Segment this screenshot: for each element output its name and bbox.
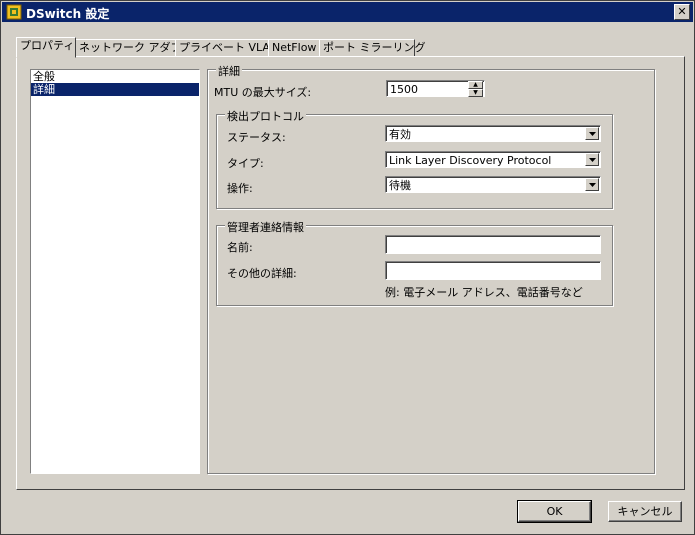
chevron-down-icon[interactable] [585, 178, 599, 191]
status-dropdown[interactable]: 有効 [385, 125, 601, 142]
mtu-value: 1500 [390, 83, 418, 96]
tab-label: ポート ミラーリング [323, 41, 426, 54]
ok-button[interactable]: OK [517, 500, 592, 523]
section-title: 詳細 [216, 63, 242, 79]
tab-label: NetFlow [272, 41, 317, 54]
tab-properties[interactable]: プロパティ [16, 37, 76, 58]
type-dropdown[interactable]: Link Layer Discovery Protocol [385, 151, 601, 168]
type-label: タイプ: [227, 157, 264, 170]
contact-hint: 例: 電子メール アドレス、電話番号など [385, 286, 583, 299]
other-details-field[interactable] [385, 261, 601, 280]
tab-port-mirroring[interactable]: ポート ミラーリング [319, 39, 426, 57]
operation-value: 待機 [389, 179, 411, 192]
name-label: 名前: [227, 241, 253, 254]
type-value: Link Layer Discovery Protocol [389, 154, 552, 167]
advanced-section: 詳細 MTU の最大サイズ: 1500 ▲ ▼ 検出プロトコル ステータス: 有… [207, 63, 655, 474]
settings-category-list[interactable]: 全般 詳細 [30, 69, 200, 474]
window-title: DSwitch 設定 [26, 7, 110, 21]
tab-label: プライベート VLAN [179, 41, 279, 54]
admin-contact-group: 管理者連絡情報 名前: その他の詳細: 例: 電子メール アドレス、電話番号など [216, 219, 613, 306]
title-bar[interactable]: DSwitch 設定 ✕ [2, 2, 693, 22]
list-item-advanced[interactable]: 詳細 [31, 83, 199, 96]
tab-private-vlan[interactable]: プライベート VLAN [175, 39, 278, 57]
spin-down-icon[interactable]: ▼ [468, 89, 483, 97]
other-details-label: その他の詳細: [227, 267, 297, 280]
close-icon: ✕ [677, 5, 687, 18]
properties-panel: 全般 詳細 詳細 MTU の最大サイズ: 1500 ▲ ▼ 検出プロトコル ステ… [16, 56, 685, 490]
discovery-protocol-legend: 検出プロトコル [225, 108, 306, 124]
tab-netflow[interactable]: NetFlow [268, 39, 320, 57]
chevron-down-icon[interactable] [585, 127, 599, 140]
mtu-stepper[interactable]: 1500 ▲ ▼ [386, 80, 485, 97]
close-button[interactable]: ✕ [674, 4, 690, 20]
dswitch-settings-window: DSwitch 設定 ✕ プロパティ ネットワーク アダプタ プライベート VL… [0, 0, 695, 535]
status-value: 有効 [389, 128, 411, 141]
mtu-label: MTU の最大サイズ: [214, 86, 312, 99]
status-label: ステータス: [227, 131, 286, 144]
mtu-spin-buttons: ▲ ▼ [468, 81, 483, 98]
discovery-protocol-group: 検出プロトコル ステータス: 有効 タイプ: Link Layer Discov… [216, 108, 613, 209]
cancel-button[interactable]: キャンセル [608, 501, 682, 522]
list-item-general[interactable]: 全般 [31, 70, 199, 83]
name-field[interactable] [385, 235, 601, 254]
spin-up-icon[interactable]: ▲ [468, 81, 483, 89]
operation-dropdown[interactable]: 待機 [385, 176, 601, 193]
vswitch-app-icon [6, 4, 22, 20]
operation-label: 操作: [227, 182, 253, 195]
admin-contact-legend: 管理者連絡情報 [225, 219, 306, 235]
tab-label: プロパティ [20, 39, 75, 52]
chevron-down-icon[interactable] [585, 153, 599, 166]
tab-network-adapters[interactable]: ネットワーク アダプタ [75, 39, 193, 57]
